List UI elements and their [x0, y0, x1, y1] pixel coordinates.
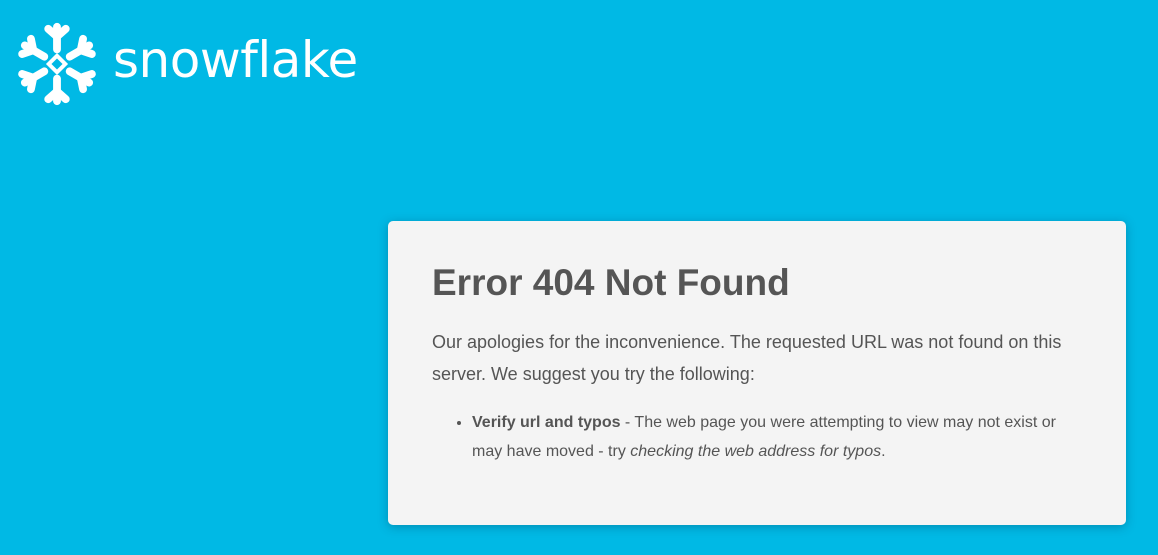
snowflake-icon: [13, 22, 101, 108]
suggestion-heading: Verify url and typos: [472, 413, 621, 431]
error-title: Error 404 Not Found: [432, 262, 790, 303]
error-intro: Our apologies for the inconvenience. The…: [432, 331, 1062, 384]
suggestion-emphasis: checking the web address for typos: [630, 442, 882, 460]
suggestion-end: .: [881, 442, 886, 460]
error-page: snowflake Error 404 Not Found Our apolog…: [0, 0, 1158, 555]
suggestion-list: Verify url and typos - The web page you …: [432, 408, 1082, 466]
error-card: Error 404 Not Found Our apologies for th…: [388, 221, 1126, 525]
list-item: Verify url and typos - The web page you …: [472, 408, 1082, 466]
snowflake-wordmark: snowflake: [113, 31, 358, 89]
snowflake-logo[interactable]: snowflake: [13, 20, 358, 108]
